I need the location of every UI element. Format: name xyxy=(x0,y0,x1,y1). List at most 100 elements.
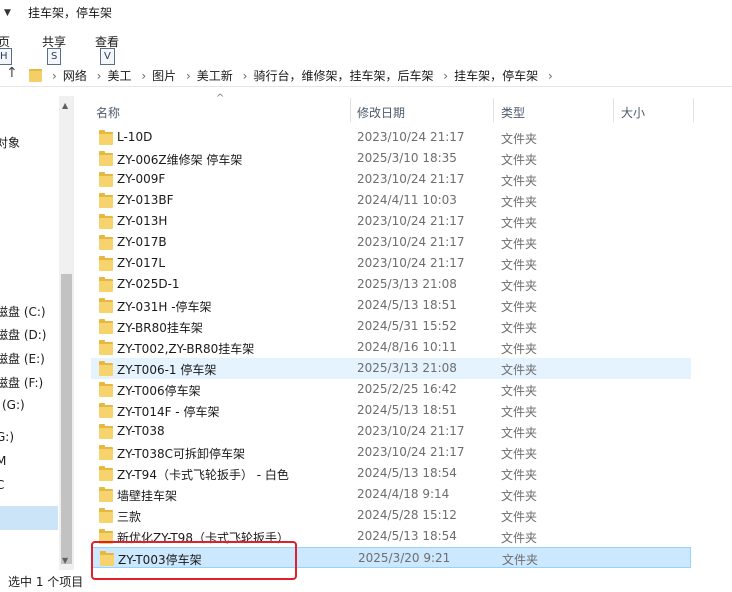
column-divider[interactable] xyxy=(613,98,614,122)
folder-icon xyxy=(99,466,113,481)
file-name: ZY-T94（卡式飞轮扳手） - 白色 xyxy=(117,468,289,482)
breadcrumb-item[interactable]: 美工 xyxy=(107,69,131,83)
nav-item-network-c[interactable]: C xyxy=(0,478,4,492)
address-bar[interactable]: ↑ › 网络 › 美工 › 图片 › 美工新 › 骑行台，维修架，挂车架，后车架 › 挂车架… xyxy=(0,64,732,87)
keytip-share: S xyxy=(47,48,62,65)
file-type: 文件夹 xyxy=(502,553,539,567)
file-date: 2023/10/24 21:17 xyxy=(357,256,465,270)
table-row[interactable]: ZY-013BF 2024/4/11 10:03 文件夹 xyxy=(91,190,691,211)
column-type[interactable]: 类型 xyxy=(501,104,525,121)
nav-item-objects[interactable]: 对象 xyxy=(0,134,20,151)
table-row[interactable]: ZY-017L 2023/10/24 21:17 文件夹 xyxy=(91,253,691,274)
file-date: 2025/3/13 21:08 xyxy=(357,277,457,291)
table-row[interactable]: ZY-031H -停车架 2024/5/13 18:51 文件夹 xyxy=(91,295,691,316)
table-row[interactable]: ZY-T94（卡式飞轮扳手） - 白色 2024/5/13 18:54 文件夹 xyxy=(91,463,691,484)
file-name: 三款 xyxy=(117,510,142,524)
table-row[interactable]: ZY-T006-1 停车架 2025/3/13 21:08 文件夹 xyxy=(91,358,691,379)
column-size[interactable]: 大小 xyxy=(621,104,645,121)
file-type: 文件夹 xyxy=(501,363,538,377)
folder-icon xyxy=(99,487,113,502)
file-type: 文件夹 xyxy=(501,384,538,398)
folder-icon xyxy=(99,340,113,355)
column-divider[interactable] xyxy=(350,98,351,122)
file-date: 2024/4/11 10:03 xyxy=(357,193,457,207)
file-type: 文件夹 xyxy=(501,258,538,272)
table-row[interactable]: L-10D 2023/10/24 21:17 文件夹 xyxy=(91,127,691,148)
file-name: ZY-013H xyxy=(117,214,168,228)
column-name[interactable]: 名称 xyxy=(96,104,120,121)
scroll-down-icon[interactable]: ▼ xyxy=(62,556,68,565)
chevron-right-icon[interactable]: › xyxy=(97,69,102,83)
table-row[interactable]: ZY-T038 2023/10/24 21:17 文件夹 xyxy=(91,421,691,442)
file-type: 文件夹 xyxy=(501,531,538,545)
nav-scrollbar[interactable]: ▲ ▼ xyxy=(59,96,74,570)
file-name: ZY-T038C可拆卸停车架 xyxy=(117,447,245,461)
file-type: 文件夹 xyxy=(501,300,538,314)
file-name: L-10D xyxy=(117,130,153,144)
table-row[interactable]: ZY-006Z维修架 停车架 2025/3/10 18:35 文件夹 xyxy=(91,148,691,169)
file-type: 文件夹 xyxy=(501,195,538,209)
file-type: 文件夹 xyxy=(501,468,538,482)
column-divider[interactable] xyxy=(493,98,494,122)
breadcrumb-item[interactable]: 挂车架，停车架 xyxy=(454,69,538,83)
file-type: 文件夹 xyxy=(501,237,538,251)
table-row[interactable]: ZY-T006停车架 2025/2/25 16:42 文件夹 xyxy=(91,379,691,400)
file-type: 文件夹 xyxy=(501,405,538,419)
nav-item-drive-e[interactable]: 磁盘 (E:) xyxy=(0,350,45,367)
folder-icon xyxy=(99,382,113,397)
file-name: ZY-009F xyxy=(117,172,166,186)
table-row[interactable]: ZY-T038C可拆卸停车架 2023/10/24 21:17 文件夹 xyxy=(91,442,691,463)
file-type: 文件夹 xyxy=(501,489,538,503)
chevron-right-icon[interactable]: › xyxy=(548,69,553,83)
breadcrumb-item[interactable]: 网络 xyxy=(63,69,87,83)
nav-item-drive-d[interactable]: 磁盘 (D:) xyxy=(0,326,46,343)
column-divider[interactable] xyxy=(693,98,694,122)
table-row[interactable]: ZY-BR80挂车架 2024/5/31 15:52 文件夹 xyxy=(91,316,691,337)
chevron-right-icon[interactable]: › xyxy=(186,69,191,83)
up-arrow-icon[interactable]: ↑ xyxy=(6,65,18,81)
file-date: 2024/5/13 18:54 xyxy=(357,466,457,480)
table-row[interactable]: ZY-T014F - 停车架 2024/5/13 18:51 文件夹 xyxy=(91,400,691,421)
folder-icon xyxy=(99,214,113,229)
folder-icon xyxy=(99,256,113,271)
file-name: ZY-T014F - 停车架 xyxy=(117,405,220,419)
table-row[interactable]: ZY-013H 2023/10/24 21:17 文件夹 xyxy=(91,211,691,232)
folder-icon xyxy=(29,69,42,82)
chevron-right-icon[interactable]: › xyxy=(443,69,448,83)
table-row[interactable]: ZY-009F 2023/10/24 21:17 文件夹 xyxy=(91,169,691,190)
scroll-up-icon[interactable]: ▲ xyxy=(62,101,68,110)
file-name: ZY-T006停车架 xyxy=(117,384,201,398)
table-row[interactable]: ZY-025D-1 2025/3/13 21:08 文件夹 xyxy=(91,274,691,295)
folder-icon xyxy=(99,319,113,334)
file-date: 2025/3/10 18:35 xyxy=(357,151,457,165)
chevron-right-icon[interactable]: › xyxy=(243,69,248,83)
scrollbar-thumb[interactable] xyxy=(61,274,72,564)
nav-item-drive-f[interactable]: 磁盘 (F:) xyxy=(0,374,43,391)
breadcrumb-item[interactable]: 美工新 xyxy=(197,69,233,83)
nav-item-network-g[interactable]: G:) xyxy=(0,430,14,444)
folder-icon xyxy=(99,445,113,460)
nav-item-drive-g[interactable]: (G:) xyxy=(2,398,25,412)
breadcrumb-item[interactable]: 骑行台，维修架，挂车架，后车架 xyxy=(253,69,433,83)
keytip-view: V xyxy=(100,48,115,65)
nav-item-network-m[interactable]: M xyxy=(0,454,6,468)
file-date: 2025/3/20 9:21 xyxy=(358,551,451,565)
breadcrumb-item[interactable]: 图片 xyxy=(152,69,176,83)
breadcrumb: › 网络 › 美工 › 图片 › 美工新 › 骑行台，维修架，挂车架，后车架 › 挂车架，停… xyxy=(46,67,559,84)
quick-access-dropdown-icon[interactable]: ▼ xyxy=(4,8,11,18)
chevron-right-icon[interactable]: › xyxy=(141,69,146,83)
nav-item-drive-c[interactable]: 磁盘 (C:) xyxy=(0,303,46,320)
file-date: 2023/10/24 21:17 xyxy=(357,214,465,228)
chevron-right-icon[interactable]: › xyxy=(52,69,57,83)
file-type: 文件夹 xyxy=(501,447,538,461)
file-date: 2025/3/13 21:08 xyxy=(357,361,457,375)
file-date: 2024/5/13 18:54 xyxy=(357,529,457,543)
nav-selected-item[interactable] xyxy=(0,506,58,530)
table-row[interactable]: ZY-017B 2023/10/24 21:17 文件夹 xyxy=(91,232,691,253)
table-row[interactable]: 三款 2024/5/28 15:12 文件夹 xyxy=(91,505,691,526)
column-date[interactable]: 修改日期 xyxy=(357,104,405,121)
table-row[interactable]: 墙壁挂车架 2024/4/18 9:14 文件夹 xyxy=(91,484,691,505)
file-type: 文件夹 xyxy=(501,216,538,230)
file-type: 文件夹 xyxy=(501,510,538,524)
table-row[interactable]: ZY-T002,ZY-BR80挂车架 2024/8/16 10:11 文件夹 xyxy=(91,337,691,358)
